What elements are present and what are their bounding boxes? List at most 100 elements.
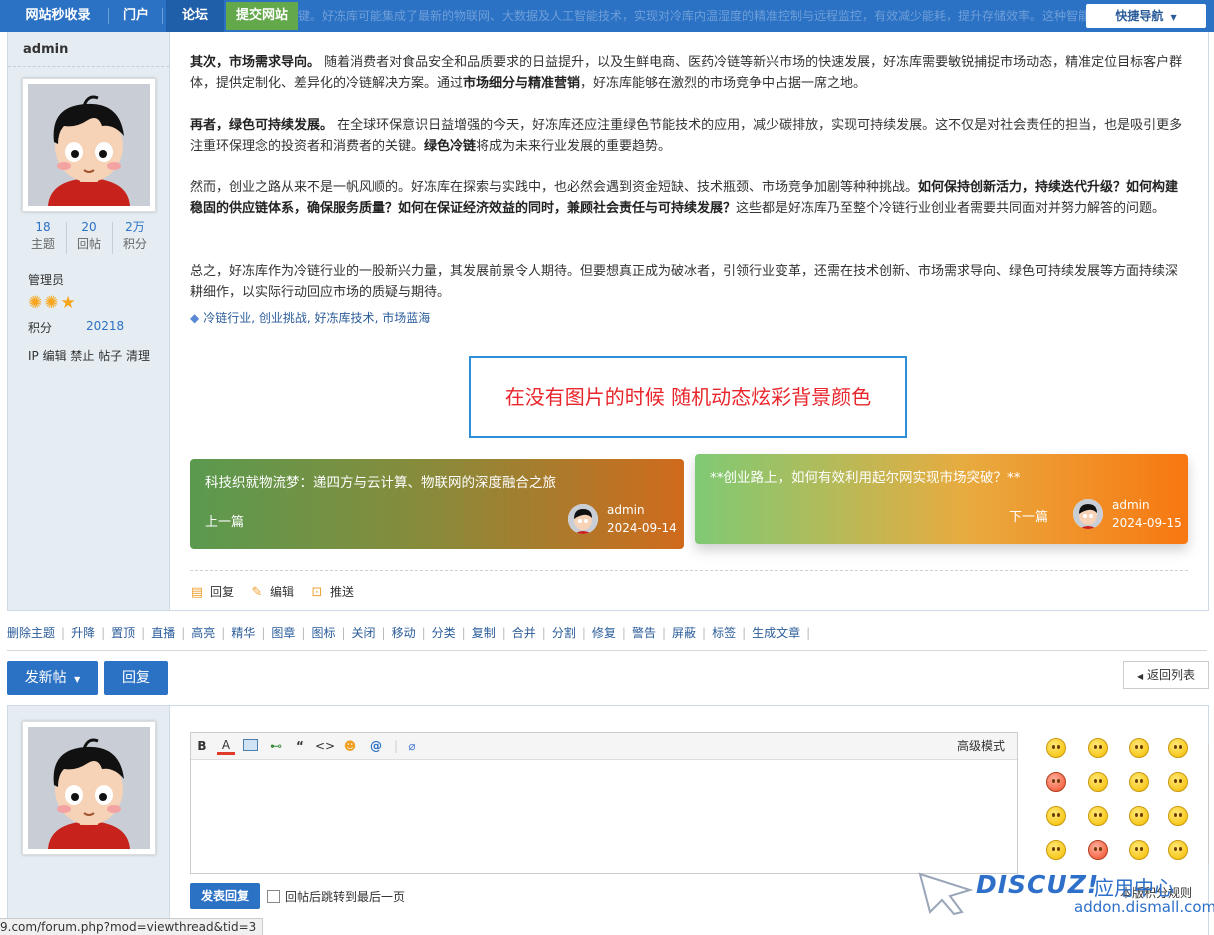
smiley-panel [1038, 736, 1198, 866]
smiley-icon[interactable] [1129, 806, 1149, 826]
jump-checkbox[interactable] [267, 890, 280, 903]
smiley-icon[interactable] [1129, 738, 1149, 758]
submit-reply-button[interactable]: 发表回复 [190, 883, 260, 909]
mod-action[interactable]: 直播 [151, 626, 175, 640]
smiley-icon[interactable] [1168, 772, 1188, 792]
avatar[interactable] [22, 78, 156, 212]
emoji-icon[interactable]: ☻ [341, 733, 359, 759]
mod-separator: | [61, 626, 66, 640]
sun-icon: ✺ [28, 293, 43, 313]
back-to-list-button[interactable]: ◀ 返回列表 [1123, 661, 1209, 689]
cursor-logo-icon [918, 872, 974, 916]
mod-action[interactable]: 图章 [271, 626, 295, 640]
smiley-icon[interactable] [1046, 772, 1066, 792]
reply-sidebar [8, 706, 170, 935]
mod-separator: | [806, 626, 811, 640]
mod-action[interactable]: 置顶 [111, 626, 135, 640]
mention-button[interactable]: @ [367, 733, 385, 759]
tag-link[interactable]: 创业挑战 [259, 311, 307, 325]
mod-action[interactable]: 精华 [231, 626, 255, 640]
mod-action[interactable]: 屏蔽 [672, 626, 696, 640]
new-post-button[interactable]: 发新帖 ▼ [7, 661, 98, 695]
paragraph-challenges: 然而，创业之路从来不是一帆风顺的。好冻库在探索与实践中，也必然会遇到资金短缺、技… [190, 177, 1188, 219]
advanced-mode-link[interactable]: 高级模式 [957, 733, 1005, 759]
nav-forum[interactable]: 论坛 [166, 0, 224, 32]
mod-action[interactable]: 分类 [432, 626, 456, 640]
divider [7, 650, 1207, 651]
mod-action[interactable]: 关闭 [352, 626, 376, 640]
next-author: admin [1112, 498, 1150, 512]
mod-separator: | [141, 626, 146, 640]
quote-button[interactable]: “ [291, 733, 309, 759]
edit-action[interactable]: ✎ 编辑 [250, 583, 294, 600]
mod-separator: | [101, 626, 106, 640]
stat-replies[interactable]: 20 回帖 [66, 218, 112, 252]
reply-action[interactable]: ▤ 回复 [190, 583, 234, 600]
mod-action[interactable]: 图标 [311, 626, 335, 640]
smiley-icon[interactable] [1168, 840, 1188, 860]
smiley-icon[interactable] [1088, 806, 1108, 826]
image-icon[interactable] [241, 733, 259, 759]
mod-action[interactable]: 标签 [712, 626, 736, 640]
tag-link[interactable]: 冷链行业 [203, 311, 251, 325]
caret-down-icon: ▼ [74, 675, 81, 684]
smiley-icon[interactable] [1046, 738, 1066, 758]
author-name[interactable]: admin [8, 32, 169, 67]
top-navbar: 首先，技术创新是关键。好冻库可能集成了最新的物联网、大数据及人工智能技术，实现对… [0, 0, 1214, 32]
mod-action[interactable]: 高亮 [191, 626, 215, 640]
user-group[interactable]: 管理员 [28, 271, 64, 288]
smiley-icon[interactable] [1088, 772, 1108, 792]
mod-action[interactable]: 警告 [632, 626, 656, 640]
avatar-image [28, 84, 150, 206]
stat-threads[interactable]: 18 主题 [20, 218, 66, 252]
smiley-icon[interactable] [1129, 840, 1149, 860]
nav-divider [108, 8, 109, 24]
smiley-icon[interactable] [1088, 738, 1108, 758]
stat-label: 主题 [30, 237, 55, 251]
smiley-icon[interactable] [1129, 772, 1149, 792]
reply-button[interactable]: 回复 [104, 661, 168, 695]
mod-action[interactable]: 合并 [512, 626, 536, 640]
tag-link[interactable]: 市场蓝海 [382, 311, 430, 325]
points-value: 20218 [86, 319, 125, 333]
mod-action[interactable]: 生成文章 [752, 626, 800, 640]
points-label: 积分 [28, 321, 53, 335]
post-tags: ◆ 冷链行业, 创业挑战, 好冻库技术, 市场蓝海 [190, 311, 431, 325]
reply-textarea[interactable] [191, 760, 1017, 872]
scrollbar[interactable] [1208, 745, 1214, 865]
mod-action[interactable]: 移动 [392, 626, 416, 640]
mod-action[interactable]: 分割 [552, 626, 576, 640]
tag-link[interactable]: 好冻库技术 [315, 311, 375, 325]
next-thread-title: **创业路上，如何有效利用起尔网实现市场突破？** [710, 470, 1021, 486]
link-icon[interactable]: ⊷ [267, 733, 285, 759]
push-action[interactable]: ⊡ 推送 [310, 583, 354, 600]
font-color-button[interactable]: A [217, 738, 235, 755]
bold-button[interactable]: B [193, 733, 211, 759]
smiley-icon[interactable] [1046, 840, 1066, 860]
admin-links[interactable]: IP 编辑 禁止 帖子 清理 [28, 347, 150, 364]
smiley-icon[interactable] [1088, 840, 1108, 860]
prev-thread-card[interactable]: 科技织就物流梦：递四方与云计算、物联网的深度融合之旅 上一篇 admin 202… [190, 459, 684, 549]
stat-points[interactable]: 2万 积分 [112, 218, 158, 252]
mod-separator: | [381, 626, 386, 640]
paragraph-summary: 总之，好冻库作为冷链行业的一股新兴力量，其发展前景令人期待。但要想真正成为破冰者… [190, 264, 1179, 300]
para-emphasis: 市场细分与精准营销 [463, 76, 581, 91]
jump-option[interactable]: 回帖后跳转到最后一页 [267, 888, 405, 905]
quick-nav-label: 快捷导航 [1115, 9, 1164, 23]
mod-action[interactable]: 修复 [592, 626, 616, 640]
smiley-icon[interactable] [1168, 806, 1188, 826]
submit-site-button[interactable]: 提交网站 [226, 2, 299, 30]
attach-icon[interactable]: ⌀ [403, 733, 421, 759]
nav-site-name[interactable]: 网站秒收录 [10, 0, 106, 32]
nav-portal[interactable]: 门户 [112, 0, 160, 32]
next-thread-card[interactable]: **创业路上，如何有效利用起尔网实现市场突破？** 下一篇 admin 2024… [695, 454, 1188, 544]
smiley-icon[interactable] [1046, 806, 1066, 826]
caret-down-icon: ▼ [1170, 13, 1177, 22]
mod-action[interactable]: 复制 [472, 626, 496, 640]
quick-nav-button[interactable]: 快捷导航 ▼ [1086, 4, 1206, 28]
smiley-icon[interactable] [1168, 738, 1188, 758]
mod-action[interactable]: 升降 [71, 626, 95, 640]
code-button[interactable]: <> [315, 733, 335, 759]
mod-separator: | [581, 626, 586, 640]
mod-action[interactable]: 删除主题 [7, 626, 55, 640]
